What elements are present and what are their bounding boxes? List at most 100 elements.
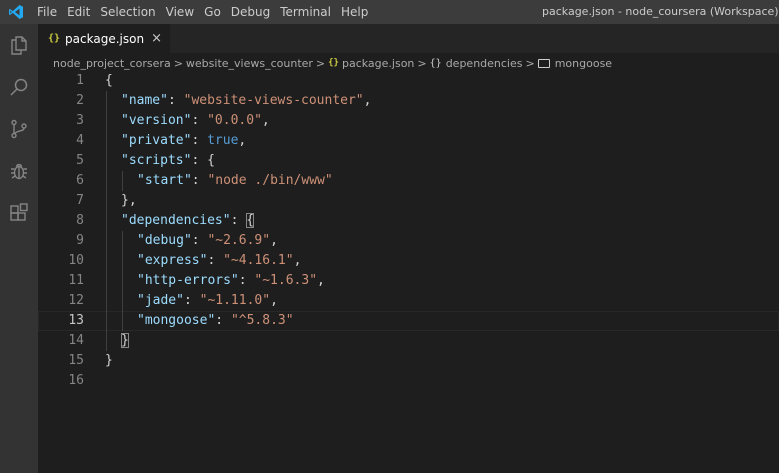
menu-go[interactable]: Go xyxy=(199,0,226,24)
code-editor[interactable]: 1{2 "name": "website-views-counter", 3 "ver… xyxy=(38,71,779,391)
editor-group: {} package.json × node_project_corsera >… xyxy=(38,24,779,473)
tab-package-json[interactable]: {} package.json × xyxy=(38,24,170,53)
code-line[interactable]: 15} xyxy=(38,351,779,371)
code-line[interactable]: 3 "version": "0.0.0", xyxy=(38,111,779,131)
indent-guide xyxy=(122,271,123,291)
code-line[interactable]: 6 "start": "node ./bin/www" xyxy=(38,171,779,191)
line-number: 9 xyxy=(76,233,84,248)
line-content: "mongoose": "^5.8.3" xyxy=(137,311,294,331)
breadcrumb-item-file[interactable]: package.json xyxy=(342,57,414,70)
json-boolean-value: true xyxy=(207,133,239,148)
explorer-icon[interactable] xyxy=(0,24,38,66)
field-icon xyxy=(537,58,550,68)
line-number: 3 xyxy=(76,113,84,128)
line-number: 7 xyxy=(76,193,84,208)
breadcrumb-item-dependencies[interactable]: dependencies xyxy=(446,57,523,70)
line-number: 5 xyxy=(76,153,84,168)
json-key: "scripts" xyxy=(121,153,192,168)
line-content: "name": "website-views-counter", xyxy=(121,91,371,111)
indent-guide xyxy=(106,271,107,291)
code-line[interactable]: 9 "debug": "~2.6.9", xyxy=(38,231,779,251)
indent-guide xyxy=(122,291,123,311)
indent-guide xyxy=(122,251,123,271)
chevron-right-icon: > xyxy=(525,56,535,70)
json-punctuation: : xyxy=(183,293,200,308)
json-key: "name" xyxy=(121,93,168,108)
json-punctuation: : xyxy=(191,173,208,188)
line-content: }, xyxy=(121,191,137,211)
breadcrumb-item-folder[interactable]: node_project_corsera xyxy=(53,57,171,70)
code-line[interactable]: 12 "jade": "~1.11.0", xyxy=(38,291,779,311)
json-key: "http-errors" xyxy=(137,273,239,288)
search-icon[interactable] xyxy=(0,66,38,108)
code-line[interactable]: 13 "mongoose": "^5.8.3" xyxy=(38,311,779,331)
code-line[interactable]: 8 "dependencies": { xyxy=(38,211,779,231)
menu-file[interactable]: File xyxy=(32,0,62,24)
line-number: 6 xyxy=(76,173,84,188)
vscode-logo-icon[interactable] xyxy=(0,0,32,24)
code-line[interactable]: 16 xyxy=(38,371,779,391)
code-line[interactable]: 14} xyxy=(38,331,779,351)
json-punctuation: , xyxy=(261,113,270,128)
title-bar: File Edit Selection View Go Debug Termin… xyxy=(0,0,779,24)
line-content: } xyxy=(105,351,113,371)
json-key: "mongoose" xyxy=(137,313,216,328)
json-string-value: "~1.6.3" xyxy=(254,273,318,288)
source-control-icon[interactable] xyxy=(0,108,38,150)
tab-label: package.json xyxy=(65,31,145,46)
code-line[interactable]: 11 "http-errors": "~1.6.3", xyxy=(38,271,779,291)
json-punctuation: : xyxy=(191,233,208,248)
indent-guide xyxy=(106,231,107,251)
json-string-value: "~2.6.9" xyxy=(207,233,271,248)
json-string-value: "0.0.0" xyxy=(207,113,262,128)
code-line[interactable]: 4 "private": true, xyxy=(38,131,779,151)
json-punctuation: , xyxy=(363,93,372,108)
json-string-value: "^5.8.3" xyxy=(230,313,294,328)
line-number: 12 xyxy=(68,293,84,308)
json-key: "express" xyxy=(137,253,208,268)
debug-icon[interactable] xyxy=(0,150,38,192)
line-content: "scripts": { xyxy=(121,151,215,171)
breadcrumb: node_project_corsera > website_views_cou… xyxy=(38,54,779,72)
line-content: "private": true, xyxy=(121,131,246,151)
json-punctuation: }, xyxy=(121,193,137,208)
code-line[interactable]: 2 "name": "website-views-counter", xyxy=(38,91,779,111)
indent-guide xyxy=(106,171,107,191)
json-string-value: "website-views-counter" xyxy=(183,93,364,108)
json-punctuation: , xyxy=(317,273,325,288)
menu-debug[interactable]: Debug xyxy=(226,0,275,24)
json-punctuation: } xyxy=(105,353,113,368)
window-title: package.json - node_coursera (Workspace)… xyxy=(542,5,779,18)
line-content: "dependencies": { xyxy=(121,211,255,231)
chevron-right-icon: > xyxy=(173,56,183,70)
menu-view[interactable]: View xyxy=(161,0,199,24)
breadcrumb-item-subfolder[interactable]: website_views_counter xyxy=(186,57,313,70)
close-icon[interactable]: × xyxy=(151,31,162,46)
breadcrumb-item-mongoose[interactable]: mongoose xyxy=(555,57,612,70)
code-line[interactable]: 5 "scripts": { xyxy=(38,151,779,171)
code-line[interactable]: 1{ xyxy=(38,71,779,91)
json-string-value: "~4.16.1" xyxy=(223,253,294,268)
line-content: "debug": "~2.6.9", xyxy=(137,231,278,251)
json-key: "start" xyxy=(137,173,192,188)
json-file-icon: {} xyxy=(48,33,61,44)
chevron-right-icon: > xyxy=(315,56,326,70)
object-icon: {} xyxy=(429,57,442,69)
menu-terminal[interactable]: Terminal xyxy=(275,0,336,24)
json-punctuation: : xyxy=(191,113,208,128)
chevron-right-icon: > xyxy=(417,56,427,70)
line-content: } xyxy=(121,331,129,351)
indent-guide xyxy=(122,171,123,191)
menu-selection[interactable]: Selection xyxy=(95,0,160,24)
code-line[interactable]: 10 "express": "~4.16.1", xyxy=(38,251,779,271)
extensions-icon[interactable] xyxy=(0,192,38,234)
menu-edit[interactable]: Edit xyxy=(62,0,95,24)
line-number: 16 xyxy=(68,373,84,388)
code-line[interactable]: 7}, xyxy=(38,191,779,211)
indent-guide xyxy=(122,231,123,251)
line-content: { xyxy=(105,71,113,91)
json-key: "private" xyxy=(121,133,192,148)
menu-help[interactable]: Help xyxy=(336,0,373,24)
json-punctuation: : xyxy=(207,253,224,268)
json-file-icon: {} xyxy=(328,58,339,68)
